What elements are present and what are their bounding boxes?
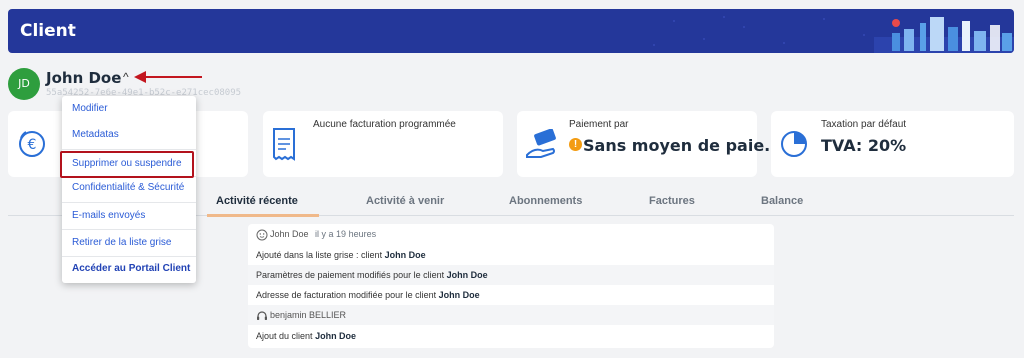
tab-subscriptions[interactable]: Abonnements [509, 195, 582, 207]
user-face-icon [256, 229, 268, 241]
list-item: Ajout du client John Doe [248, 326, 774, 346]
feed-text: Ajouté dans la liste grise : client [256, 250, 383, 260]
city-illustration-icon [653, 16, 1014, 53]
feed-time: il y a 19 heures [315, 229, 377, 239]
payment-hand-icon [526, 129, 556, 158]
svg-text:€: € [28, 137, 37, 153]
feed-text: Paramètres de paiement modifiés pour le … [256, 270, 445, 280]
client-header: JD John Doe ^ 55a54252-7e6e-49e1-b52c-e2… [8, 66, 408, 100]
tab-invoices[interactable]: Factures [649, 195, 695, 207]
card-scheduled-billing: Aucune facturation programmée [263, 111, 503, 177]
tab-recent-activity[interactable]: Activité récente [216, 195, 298, 207]
menu-item-modifier[interactable]: Modifier [62, 96, 196, 122]
card-value: Sans moyen de paie... [583, 136, 783, 155]
feed-group-header: benjamin BELLIER [248, 305, 774, 325]
invoice-icon [273, 128, 295, 161]
feed-text: Ajout du client [256, 331, 313, 341]
annotation-arrow-icon [134, 71, 202, 83]
euro-icon: € [19, 131, 45, 157]
feed-client-link[interactable]: John Doe [447, 270, 488, 280]
card-label: Taxation par défaut [821, 119, 907, 130]
warning-icon: ! [569, 138, 582, 151]
actions-toggle-caret[interactable]: ^ [123, 70, 129, 84]
card-label: Aucune facturation programmée [313, 119, 456, 130]
feed-client-link[interactable]: John Doe [315, 331, 356, 341]
list-item: Ajouté dans la liste grise : client John… [248, 245, 774, 265]
pie-chart-icon [781, 131, 807, 157]
page-header-banner: Client [8, 9, 1014, 53]
list-item: Paramètres de paiement modifiés pour le … [248, 265, 774, 285]
client-actions-menu: Modifier Metadatas Supprimer ou suspendr… [62, 96, 196, 283]
menu-item-remove-greylist[interactable]: Retirer de la liste grise [62, 230, 196, 256]
menu-item-sent-emails[interactable]: E-mails envoyés [62, 203, 196, 229]
avatar: JD [8, 68, 40, 100]
tab-balance[interactable]: Balance [761, 195, 803, 207]
card-label: Paiement par [569, 119, 629, 130]
page-title: Client [20, 21, 76, 41]
list-item: Adresse de facturation modifiée pour le … [248, 285, 774, 305]
card-value: TVA: 20% [821, 136, 907, 155]
activity-feed: John Doe il y a 19 heures Ajouté dans la… [248, 224, 774, 348]
feed-author: benjamin BELLIER [270, 310, 347, 320]
annotation-highlight-box [60, 151, 194, 178]
card-default-tax: Taxation par défaut TVA: 20% [771, 111, 1014, 177]
menu-item-privacy-security[interactable]: Confidentialité & Sécurité [62, 175, 196, 201]
headset-icon [257, 311, 267, 320]
menu-item-client-portal[interactable]: Accéder au Portail Client [62, 256, 196, 282]
feed-group-header: John Doe il y a 19 heures [248, 224, 774, 244]
active-tab-indicator [207, 214, 319, 217]
card-payment-method: Paiement par ! Sans moyen de paie... [517, 111, 782, 177]
feed-client-link[interactable]: John Doe [439, 290, 480, 300]
menu-item-metadatas[interactable]: Metadatas [62, 122, 196, 148]
feed-client-link[interactable]: John Doe [385, 250, 426, 260]
feed-text: Adresse de facturation modifiée pour le … [256, 290, 437, 300]
menu-divider [62, 149, 196, 150]
tab-upcoming-activity[interactable]: Activité à venir [366, 195, 444, 207]
feed-author: John Doe [270, 229, 309, 239]
client-name: John Doe [46, 69, 122, 87]
